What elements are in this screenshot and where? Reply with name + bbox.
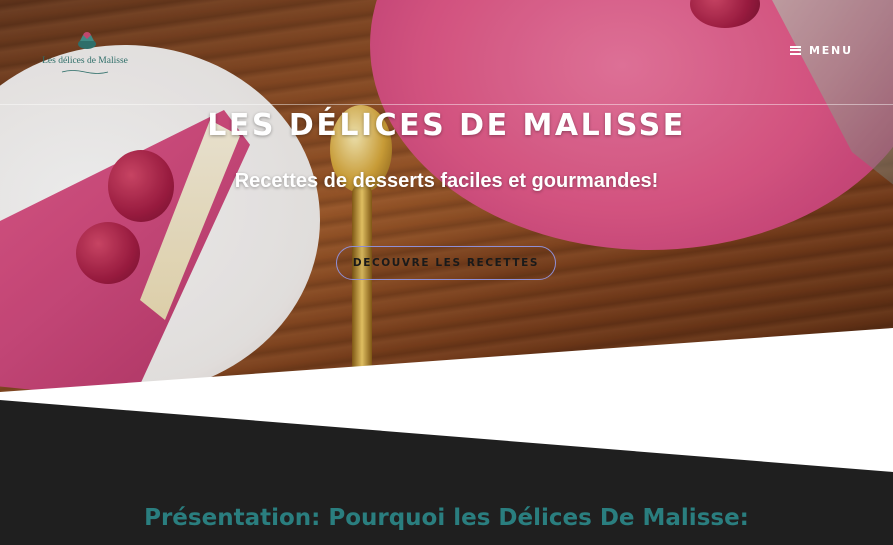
discover-recipes-button[interactable]: DECOUVRE LES RECETTES	[336, 246, 556, 280]
menu-button[interactable]: MENU	[790, 42, 853, 58]
site-logo[interactable]: Les délices de Malisse	[40, 30, 130, 78]
hero-overlay	[0, 0, 893, 410]
hero-banner	[0, 0, 893, 410]
discover-recipes-label: DECOUVRE LES RECETTES	[352, 257, 540, 269]
crown-icon	[78, 32, 96, 49]
header-divider	[0, 104, 893, 105]
hero-title: LES DÉLICES DE MALISSE	[207, 108, 686, 143]
menu-label: MENU	[809, 43, 853, 57]
hero-subtitle: Recettes de desserts faciles et gourmand…	[234, 170, 659, 192]
logo-text: Les délices de Malisse	[42, 56, 128, 66]
section-title: Présentation: Pourquoi les Délices De Ma…	[144, 505, 749, 531]
logo-swash	[61, 70, 109, 74]
hamburger-icon	[790, 45, 801, 55]
